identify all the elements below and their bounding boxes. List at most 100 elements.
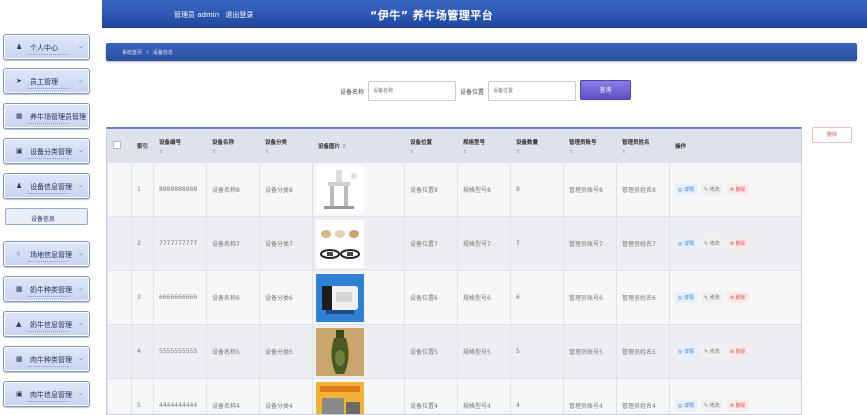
sidebar-item-label: 个人中心 <box>30 44 58 52</box>
row-checkbox[interactable] <box>107 162 132 217</box>
edit-button[interactable]: ✎ 修改 <box>700 400 723 411</box>
sidebar-item-label: 设备信息管理 <box>30 183 72 191</box>
row-checkbox[interactable] <box>107 324 132 379</box>
detail-button[interactable]: ◎ 详情 <box>675 292 697 303</box>
row-checkbox[interactable] <box>107 378 132 414</box>
table-row[interactable]: 4 5555555555 设备名称5 设备分类5 设备位置5 规格型号5 5 管… <box>107 324 801 379</box>
detail-button[interactable]: ◎ 详情 <box>675 184 697 195</box>
sidebar-item-beef-cattle-type[interactable]: ▦ 肉牛种类管理 ⌄ <box>3 346 90 372</box>
row-checkbox[interactable] <box>107 270 132 325</box>
column-header[interactable]: 设备编号 ⇕ <box>153 129 207 163</box>
row-index: 5 <box>131 378 154 414</box>
select-all-checkbox[interactable] <box>107 129 132 163</box>
chevron-down-icon: ⌄ <box>77 147 83 154</box>
sidebar-item-farm-admin[interactable]: ▦ 养牛场管理员管理 <box>3 103 90 129</box>
batch-delete-button[interactable]: 删除 <box>812 127 852 143</box>
row-actions: ◎ 详情 ✎ 修改 ⊗ 删除 <box>669 378 801 414</box>
breadcrumb-home[interactable]: 系统首页 <box>122 50 142 56</box>
sidebar-item-label: 肉牛种类管理 <box>30 356 72 364</box>
page-title: “伊牛” 养牛场管理平台 <box>370 9 494 22</box>
device-name-label: 设备名称 <box>340 89 365 96</box>
column-header[interactable]: 设备名称 ⇕ <box>206 129 260 163</box>
grid-icon: ▦ <box>16 112 23 120</box>
device-name: 设备名称4 <box>206 378 260 414</box>
sidebar-subitem-device-info[interactable]: 设备信息 <box>5 208 88 225</box>
row-index: 2 <box>131 216 154 271</box>
device-image[interactable] <box>316 273 364 322</box>
sidebar-item-site-info[interactable]: ☟ 场地信息管理 ⌄ <box>3 241 90 267</box>
delete-button[interactable]: ⊗ 删除 <box>726 238 749 249</box>
delete-button[interactable]: ⊗ 删除 <box>726 346 749 357</box>
column-header[interactable]: 设备分类 ⇕ <box>259 129 313 163</box>
sidebar-item-device-category[interactable]: ▣ 设备分类管理 ⌄ <box>3 138 90 164</box>
edit-button[interactable]: ✎ 修改 <box>700 184 723 195</box>
device-location: 设备位置7 <box>404 216 458 271</box>
search-button[interactable]: 查询 <box>580 80 631 100</box>
delete-button[interactable]: ⊗ 删除 <box>726 400 749 411</box>
device-image-cell <box>312 270 405 325</box>
device-quantity: 5 <box>510 324 564 379</box>
device-image[interactable] <box>316 381 364 415</box>
admin-name: 管理员姓名4 <box>616 378 670 414</box>
device-code: 5555555555 <box>153 324 207 379</box>
delete-button[interactable]: ⊗ 删除 <box>726 184 749 195</box>
row-index: 1 <box>131 162 154 217</box>
hand-icon: ☟ <box>16 250 21 258</box>
device-location: 设备位置6 <box>404 270 458 325</box>
sidebar-item-dairy-cattle-info[interactable]: ▲ 奶牛信息管理 ⌄ <box>3 311 90 337</box>
column-header[interactable]: 规格型号 ⇕ <box>457 129 511 163</box>
table-row[interactable]: 2 7777777777 设备名称7 设备分类7 设备位置7 规格型号7 7 管… <box>107 216 801 271</box>
detail-button[interactable]: ◎ 详情 <box>675 238 697 249</box>
column-header[interactable]: 设备数量 ⇕ <box>510 129 564 163</box>
admin-label: 管理员 admin <box>174 11 220 19</box>
delete-button[interactable]: ⊗ 删除 <box>726 292 749 303</box>
device-name: 设备名称8 <box>206 162 260 217</box>
device-location: 设备位置8 <box>404 162 458 217</box>
column-header[interactable]: 管理员账号 ⇕ <box>563 129 617 163</box>
edit-button[interactable]: ✎ 修改 <box>700 238 723 249</box>
device-image[interactable] <box>316 165 364 214</box>
device-name-input[interactable] <box>368 81 456 101</box>
cattle-icon: ▲ <box>16 320 22 328</box>
device-location: 设备位置4 <box>404 378 458 414</box>
admin-name: 管理员姓名7 <box>616 216 670 271</box>
sidebar-item-label: 设备分类管理 <box>30 148 72 156</box>
monitor-icon: ▣ <box>16 390 23 398</box>
table-row[interactable]: 5 4444444444 设备名称4 设备分类4 设备位置4 规格型号4 4 管… <box>107 378 801 415</box>
admin-name: 管理员姓名6 <box>616 270 670 325</box>
sidebar-item-label: 场地信息管理 <box>30 251 72 259</box>
device-image-cell <box>312 216 405 271</box>
sidebar-item-personal-center[interactable]: ♟ 个人中心 ⌄ <box>3 34 90 60</box>
detail-button[interactable]: ◎ 详情 <box>675 400 697 411</box>
column-header[interactable]: 设备位置 ⇕ <box>404 129 458 163</box>
row-actions: ◎ 详情 ✎ 修改 ⊗ 删除 <box>669 270 801 325</box>
admin-name: 管理员姓名8 <box>616 162 670 217</box>
edit-button[interactable]: ✎ 修改 <box>700 346 723 357</box>
chevron-down-icon: ⌄ <box>77 285 83 292</box>
device-location-input[interactable] <box>488 81 576 101</box>
sidebar-item-dairy-cattle-type[interactable]: ▦ 奶牛种类管理 ⌄ <box>3 276 90 302</box>
edit-button[interactable]: ✎ 修改 <box>700 292 723 303</box>
sidebar-subitem-label: 设备信息 <box>31 216 56 223</box>
column-header[interactable]: 设备图片 ⇕ <box>312 129 405 163</box>
device-quantity: 8 <box>510 162 564 217</box>
chevron-down-icon: ⌄ <box>77 182 83 189</box>
grid-icon: ▦ <box>16 355 23 363</box>
sidebar-item-device-info[interactable]: ♟ 设备信息管理 ⌄ <box>3 173 90 199</box>
sidebar-item-label: 肉牛信息管理 <box>30 391 72 399</box>
table-row[interactable]: 3 6666666666 设备名称6 设备分类6 设备位置6 规格型号6 6 管… <box>107 270 801 325</box>
user-icon: ♟ <box>16 182 23 190</box>
logout-link[interactable]: 退出登录 <box>225 11 253 19</box>
device-code: 6666666666 <box>153 270 207 325</box>
table-row[interactable]: 1 8888888888 设备名称8 设备分类8 设备位置8 规格型号8 8 管… <box>107 162 801 217</box>
row-checkbox[interactable] <box>107 216 132 271</box>
column-header[interactable]: 管理员姓名 ⇕ <box>616 129 670 163</box>
sidebar-item-beef-cattle-info[interactable]: ▣ 肉牛信息管理 ⌄ <box>3 381 90 407</box>
sidebar-item-label: 养牛场管理员管理 <box>30 113 86 121</box>
admin-account: 管理员账号6 <box>563 270 617 325</box>
device-name: 设备名称6 <box>206 270 260 325</box>
detail-button[interactable]: ◎ 详情 <box>675 346 697 357</box>
device-image[interactable] <box>316 219 364 268</box>
device-image[interactable] <box>316 327 364 376</box>
device-category: 设备分类4 <box>259 378 313 414</box>
